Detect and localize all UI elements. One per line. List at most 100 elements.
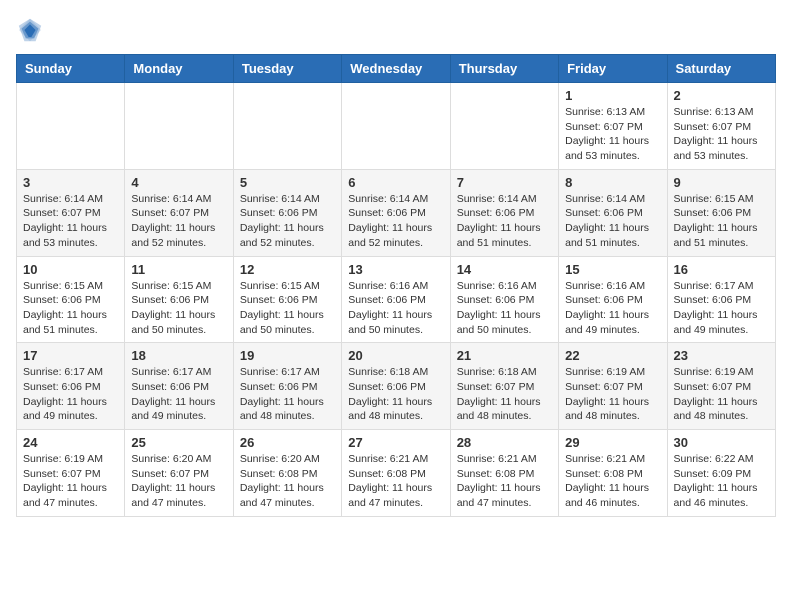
day-number: 18 [131, 348, 226, 363]
calendar-cell: 4 Sunrise: 6:14 AM Sunset: 6:07 PM Daylig… [125, 169, 233, 256]
day-info: Sunrise: 6:14 AM Sunset: 6:06 PM Dayligh… [240, 192, 335, 251]
day-info: Sunrise: 6:15 AM Sunset: 6:06 PM Dayligh… [674, 192, 769, 251]
day-info: Sunrise: 6:17 AM Sunset: 6:06 PM Dayligh… [240, 365, 335, 424]
day-info: Sunrise: 6:20 AM Sunset: 6:08 PM Dayligh… [240, 452, 335, 511]
day-number: 29 [565, 435, 660, 450]
day-info: Sunrise: 6:15 AM Sunset: 6:06 PM Dayligh… [131, 279, 226, 338]
calendar-cell: 27 Sunrise: 6:21 AM Sunset: 6:08 PM Dayli… [342, 430, 450, 517]
calendar-cell: 3Sunrise: 6:14 AM Sunset: 6:07 PM Daylig… [17, 169, 125, 256]
day-number: 9 [674, 175, 769, 190]
weekday-header: Friday [559, 55, 667, 83]
day-number: 26 [240, 435, 335, 450]
day-number: 4 [131, 175, 226, 190]
calendar-cell: 20Sunrise: 6:18 AM Sunset: 6:06 PM Dayli… [342, 343, 450, 430]
day-info: Sunrise: 6:19 AM Sunset: 6:07 PM Dayligh… [565, 365, 660, 424]
calendar-cell: 25 Sunrise: 6:20 AM Sunset: 6:07 PM Dayli… [125, 430, 233, 517]
calendar-cell: 30 Sunrise: 6:22 AM Sunset: 6:09 PM Dayli… [667, 430, 775, 517]
day-info: Sunrise: 6:21 AM Sunset: 6:08 PM Dayligh… [348, 452, 443, 511]
calendar-cell: 28 Sunrise: 6:21 AM Sunset: 6:08 PM Dayli… [450, 430, 558, 517]
day-info: Sunrise: 6:18 AM Sunset: 6:06 PM Dayligh… [348, 365, 443, 424]
weekday-header: Tuesday [233, 55, 341, 83]
day-number: 25 [131, 435, 226, 450]
day-info: Sunrise: 6:16 AM Sunset: 6:06 PM Dayligh… [348, 279, 443, 338]
day-info: Sunrise: 6:21 AM Sunset: 6:08 PM Dayligh… [457, 452, 552, 511]
calendar-cell [233, 83, 341, 170]
calendar-cell: 23 Sunrise: 6:19 AM Sunset: 6:07 PM Dayli… [667, 343, 775, 430]
day-info: Sunrise: 6:14 AM Sunset: 6:07 PM Dayligh… [131, 192, 226, 251]
day-info: Sunrise: 6:15 AM Sunset: 6:06 PM Dayligh… [240, 279, 335, 338]
weekday-header: Sunday [17, 55, 125, 83]
day-info: Sunrise: 6:20 AM Sunset: 6:07 PM Dayligh… [131, 452, 226, 511]
weekday-header: Wednesday [342, 55, 450, 83]
calendar-cell: 2 Sunrise: 6:13 AM Sunset: 6:07 PM Daylig… [667, 83, 775, 170]
day-info: Sunrise: 6:19 AM Sunset: 6:07 PM Dayligh… [674, 365, 769, 424]
calendar-cell: 7 Sunrise: 6:14 AM Sunset: 6:06 PM Daylig… [450, 169, 558, 256]
day-info: Sunrise: 6:14 AM Sunset: 6:06 PM Dayligh… [457, 192, 552, 251]
day-number: 12 [240, 262, 335, 277]
calendar-cell: 14Sunrise: 6:16 AM Sunset: 6:06 PM Dayli… [450, 256, 558, 343]
calendar-cell: 8 Sunrise: 6:14 AM Sunset: 6:06 PM Daylig… [559, 169, 667, 256]
day-info: Sunrise: 6:18 AM Sunset: 6:07 PM Dayligh… [457, 365, 552, 424]
calendar-cell: 9 Sunrise: 6:15 AM Sunset: 6:06 PM Daylig… [667, 169, 775, 256]
day-info: Sunrise: 6:19 AM Sunset: 6:07 PM Dayligh… [23, 452, 118, 511]
day-number: 13 [348, 262, 443, 277]
logo [16, 16, 48, 44]
weekday-header: Saturday [667, 55, 775, 83]
calendar-cell: 5 Sunrise: 6:14 AM Sunset: 6:06 PM Daylig… [233, 169, 341, 256]
day-number: 5 [240, 175, 335, 190]
calendar-cell: 29 Sunrise: 6:21 AM Sunset: 6:08 PM Dayli… [559, 430, 667, 517]
logo-icon [16, 16, 44, 44]
day-number: 10 [23, 262, 118, 277]
day-number: 22 [565, 348, 660, 363]
day-info: Sunrise: 6:17 AM Sunset: 6:06 PM Dayligh… [131, 365, 226, 424]
calendar-week-row: 17 Sunrise: 6:17 AM Sunset: 6:06 PM Dayli… [17, 343, 776, 430]
day-number: 2 [674, 88, 769, 103]
day-info: Sunrise: 6:14 AM Sunset: 6:06 PM Dayligh… [348, 192, 443, 251]
day-number: 28 [457, 435, 552, 450]
day-number: 30 [674, 435, 769, 450]
calendar-cell: 1 Sunrise: 6:13 AM Sunset: 6:07 PM Daylig… [559, 83, 667, 170]
calendar-week-row: 10 Sunrise: 6:15 AM Sunset: 6:06 PM Dayli… [17, 256, 776, 343]
day-info: Sunrise: 6:16 AM Sunset: 6:06 PM Dayligh… [565, 279, 660, 338]
day-info: Sunrise: 6:16 AM Sunset: 6:06 PM Dayligh… [457, 279, 552, 338]
day-info: Sunrise: 6:17 AM Sunset: 6:06 PM Dayligh… [674, 279, 769, 338]
page-header [16, 16, 776, 44]
day-number: 1 [565, 88, 660, 103]
day-number: 23 [674, 348, 769, 363]
calendar-week-row: 3 Sunrise: 6:14 AM Sunset: 6:07 PM Daylig… [17, 169, 776, 256]
calendar-cell [450, 83, 558, 170]
day-number: 11 [131, 262, 226, 277]
calendar-cell: 17Sunrise: 6:17 AM Sunset: 6:06 PM Dayli… [17, 343, 125, 430]
day-number: 16 [674, 262, 769, 277]
calendar-week-row: 1 Sunrise: 6:13 AM Sunset: 6:07 PM Daylig… [17, 83, 776, 170]
day-info: Sunrise: 6:22 AM Sunset: 6:09 PM Dayligh… [674, 452, 769, 511]
calendar-cell: 24 Sunrise: 6:19 AM Sunset: 6:07 PM Dayli… [17, 430, 125, 517]
day-number: 7 [457, 175, 552, 190]
day-number: 3 [23, 175, 118, 190]
calendar-cell: 12 Sunrise: 6:15 AM Sunset: 6:06 PM Dayli… [233, 256, 341, 343]
calendar-cell [17, 83, 125, 170]
day-info: Sunrise: 6:15 AM Sunset: 6:06 PM Dayligh… [23, 279, 118, 338]
calendar-header-row: SundayMondayTuesdayWednesdayThursdayFrid… [17, 55, 776, 83]
calendar-table: SundayMondayTuesdayWednesdayThursdayFrid… [16, 54, 776, 517]
day-info: Sunrise: 6:14 AM Sunset: 6:06 PM Dayligh… [565, 192, 660, 251]
calendar-week-row: 24 Sunrise: 6:19 AM Sunset: 6:07 PM Dayli… [17, 430, 776, 517]
day-number: 21 [457, 348, 552, 363]
calendar-cell: 13 Sunrise: 6:16 AM Sunset: 6:06 PM Dayli… [342, 256, 450, 343]
day-info: Sunrise: 6:13 AM Sunset: 6:07 PM Dayligh… [565, 105, 660, 164]
day-number: 6 [348, 175, 443, 190]
day-number: 24 [23, 435, 118, 450]
day-number: 8 [565, 175, 660, 190]
calendar-cell [342, 83, 450, 170]
calendar-cell: 11 Sunrise: 6:15 AM Sunset: 6:06 PM Dayli… [125, 256, 233, 343]
calendar-cell: 21 Sunrise: 6:18 AM Sunset: 6:07 PM Dayli… [450, 343, 558, 430]
calendar-cell: 10 Sunrise: 6:15 AM Sunset: 6:06 PM Dayli… [17, 256, 125, 343]
day-number: 17 [23, 348, 118, 363]
weekday-header: Thursday [450, 55, 558, 83]
calendar-cell: 6 Sunrise: 6:14 AM Sunset: 6:06 PM Daylig… [342, 169, 450, 256]
calendar-cell: 19 Sunrise: 6:17 AM Sunset: 6:06 PM Dayli… [233, 343, 341, 430]
day-info: Sunrise: 6:21 AM Sunset: 6:08 PM Dayligh… [565, 452, 660, 511]
day-number: 27 [348, 435, 443, 450]
day-info: Sunrise: 6:13 AM Sunset: 6:07 PM Dayligh… [674, 105, 769, 164]
day-number: 19 [240, 348, 335, 363]
